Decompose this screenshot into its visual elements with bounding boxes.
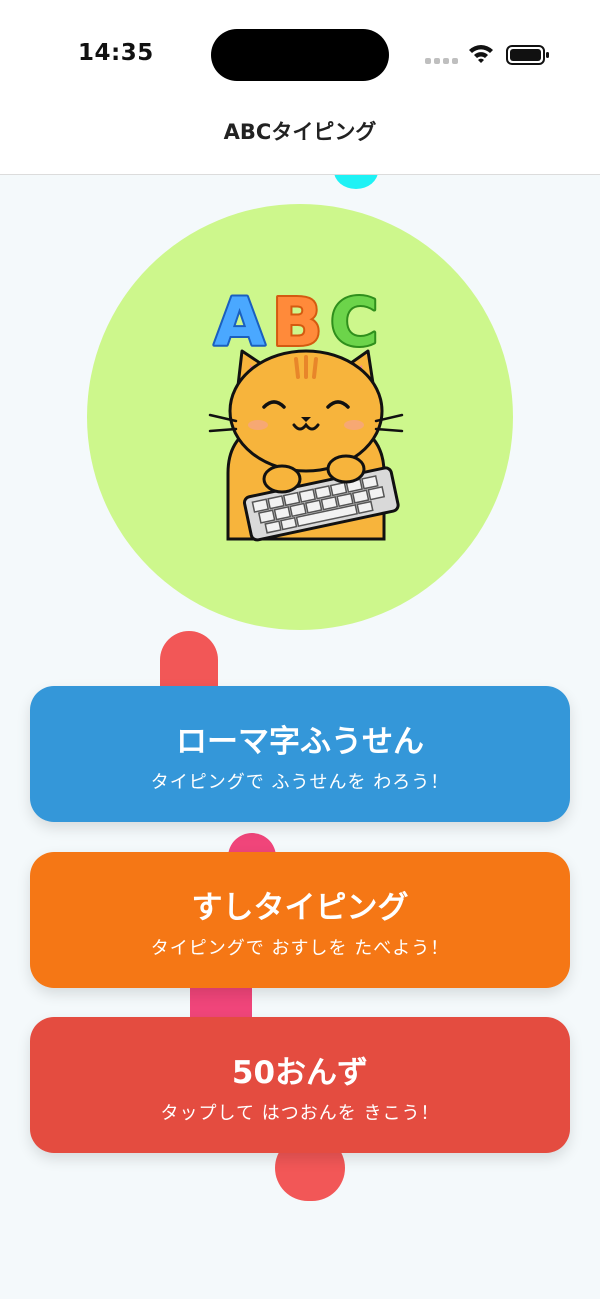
battery-icon	[506, 45, 549, 65]
card-subtitle: タイピングで おすしを たべよう！	[150, 938, 450, 959]
cellular-signal-icon	[425, 58, 459, 66]
status-time: 14:35	[78, 40, 154, 66]
card-subtitle: タップして はつおんを きこう！	[160, 1103, 440, 1124]
balloon-cyan	[334, 175, 378, 189]
gojuon-chart-button[interactable]: 50おんず タップして はつおんを きこう！	[30, 1017, 570, 1153]
card-title: すしタイピング	[191, 890, 409, 926]
cat-typing-mascot-image: A B C	[208, 283, 404, 542]
wifi-icon	[469, 45, 493, 63]
main-content[interactable]: A B C ローマ字ふうせん タイピングで ふうせんを わろう！ すしタイピング…	[0, 175, 600, 1299]
status-bar: 14:35	[0, 0, 600, 100]
logo-letter-b: B	[272, 284, 322, 361]
logo-letter-a: A	[214, 284, 265, 361]
page-title: ABCタイピング	[223, 120, 377, 144]
dynamic-island	[211, 29, 389, 81]
sushi-typing-button[interactable]: すしタイピング タイピングで おすしを たべよう！	[30, 852, 570, 988]
logo-letter-c: C	[330, 284, 378, 361]
card-title: ローマ字ふうせん	[176, 724, 424, 760]
romaji-balloon-button[interactable]: ローマ字ふうせん タイピングで ふうせんを わろう！	[30, 686, 570, 822]
card-subtitle: タイピングで ふうせんを わろう！	[150, 772, 450, 793]
card-title: 50おんず	[231, 1055, 369, 1091]
